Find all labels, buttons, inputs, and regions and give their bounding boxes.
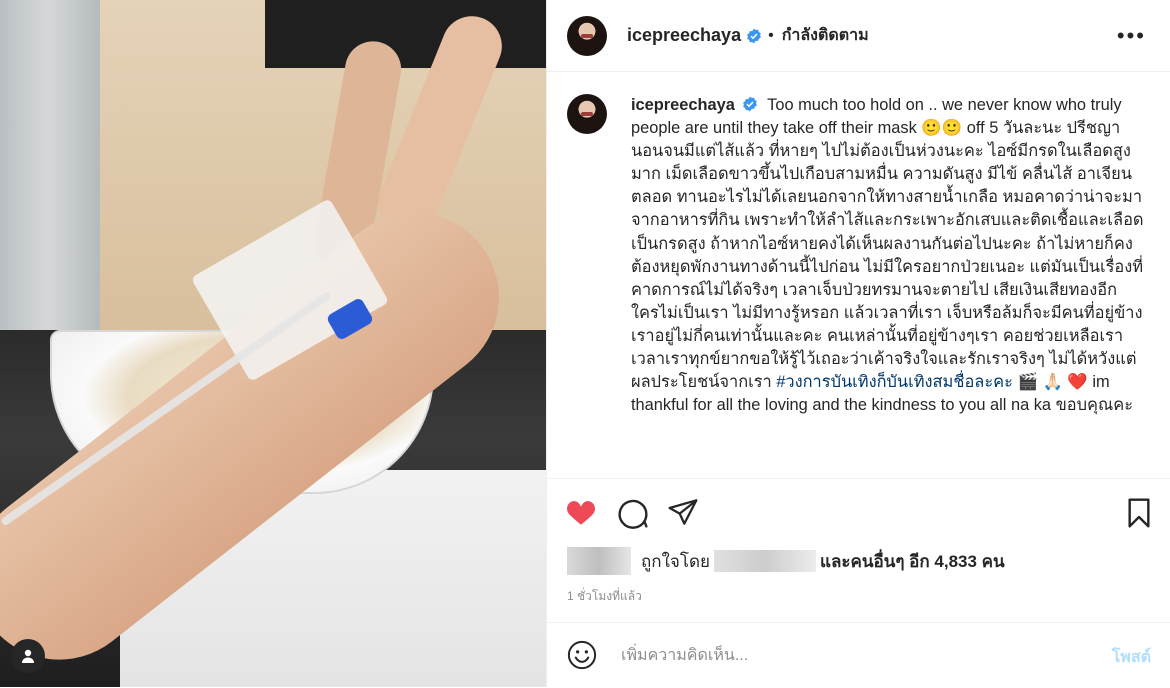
- liker-name-blurred[interactable]: [713, 550, 816, 572]
- avatar[interactable]: [567, 15, 607, 56]
- comment-input[interactable]: [619, 643, 1063, 669]
- post-header: icepreechaya • กำลังติดตาม •••: [547, 0, 1170, 72]
- caption-body: Too much too hold on .. we never know wh…: [631, 96, 1144, 392]
- save-icon[interactable]: [1123, 497, 1155, 529]
- user-tag-icon: [22, 649, 34, 663]
- caption: icepreechaya Too much too hold on .. we …: [567, 94, 1147, 417]
- likes-row: ถูกใจโดย และคนอื่นๆ อีก 4,833 คน: [567, 544, 1005, 578]
- photo-tv: [265, 0, 546, 68]
- emoji-icon[interactable]: [567, 640, 597, 670]
- separator-dot: •: [768, 26, 774, 44]
- caption-heart: ❤️: [1067, 373, 1088, 392]
- comment-bar: โพสต์: [547, 622, 1170, 688]
- verified-icon: [743, 96, 757, 112]
- caption-area: icepreechaya Too much too hold on .. we …: [547, 72, 1170, 477]
- post-comment-button[interactable]: โพสต์: [1112, 645, 1151, 670]
- caption-text: icepreechaya Too much too hold on .. we …: [631, 94, 1147, 417]
- caption-username[interactable]: icepreechaya: [631, 96, 735, 114]
- user-tag-button[interactable]: [11, 639, 45, 673]
- liker-avatar-blurred: [567, 547, 631, 575]
- post-photo[interactable]: [0, 0, 546, 687]
- share-icon[interactable]: [667, 497, 699, 529]
- likes-count[interactable]: และคนอื่นๆ อีก 4,833 คน: [820, 548, 1005, 575]
- post-timestamp[interactable]: 1 ชั่วโมงที่แล้ว: [567, 587, 642, 606]
- more-icon[interactable]: •••: [1117, 25, 1146, 47]
- likes-prefix: ถูกใจโดย: [641, 551, 710, 571]
- action-bar: [547, 478, 1170, 545]
- verified-icon: [747, 28, 761, 43]
- post-panel: icepreechaya • กำลังติดตาม ••• icepreech…: [546, 0, 1170, 687]
- caption-emojis: 🎬 🙏🏻: [1017, 373, 1063, 392]
- comment-icon[interactable]: [617, 497, 649, 529]
- header-username[interactable]: icepreechaya: [627, 25, 741, 46]
- follow-status-button[interactable]: กำลังติดตาม: [782, 23, 869, 48]
- like-icon[interactable]: [565, 497, 597, 529]
- caption-avatar[interactable]: [567, 94, 607, 134]
- caption-hashtag[interactable]: #วงการบันเทิงก็บันเทิงสมชื่อละคะ: [776, 373, 1013, 391]
